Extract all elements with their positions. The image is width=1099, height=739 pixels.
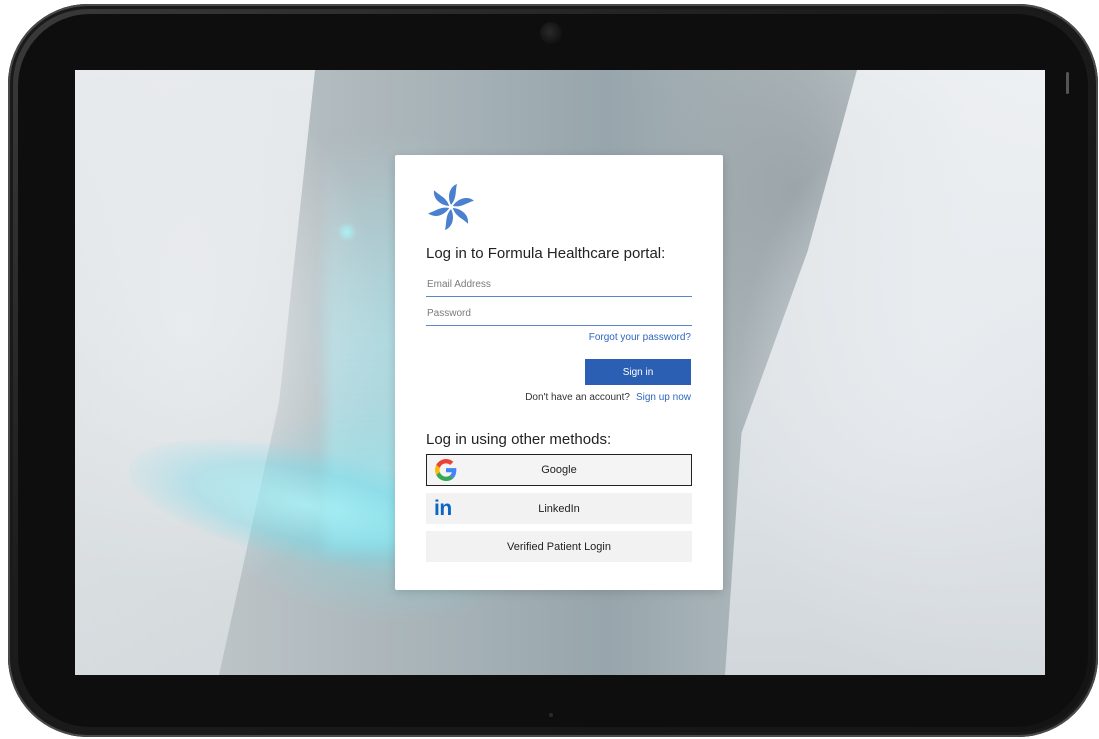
camera-icon — [540, 22, 562, 44]
forgot-password-link[interactable]: Forgot your password? — [589, 332, 691, 343]
no-account-text: Don't have an account? — [525, 392, 630, 403]
home-indicator — [549, 713, 553, 717]
linkedin-login-button[interactable]: in LinkedIn — [426, 493, 692, 524]
verified-patient-button-label: Verified Patient Login — [507, 540, 611, 553]
password-input[interactable] — [426, 303, 692, 326]
background-hologram-dot — [337, 222, 357, 242]
google-login-button[interactable]: Google — [426, 454, 692, 486]
email-input[interactable] — [426, 274, 692, 297]
background-coat-right — [725, 70, 1045, 675]
background-coat-left — [75, 70, 315, 675]
linkedin-button-label: LinkedIn — [538, 502, 580, 515]
sign-in-button[interactable]: Sign in — [585, 359, 691, 385]
google-button-label: Google — [541, 464, 577, 476]
signup-row: Don't have an account? Sign up now — [525, 392, 691, 403]
pinwheel-logo-icon — [428, 184, 474, 230]
login-title: Log in to Formula Healthcare portal: — [426, 245, 666, 262]
other-methods-title: Log in using other methods: — [426, 431, 612, 448]
side-button — [1066, 72, 1069, 94]
sign-up-link[interactable]: Sign up now — [636, 392, 691, 403]
verified-patient-login-button[interactable]: Verified Patient Login — [426, 531, 692, 562]
